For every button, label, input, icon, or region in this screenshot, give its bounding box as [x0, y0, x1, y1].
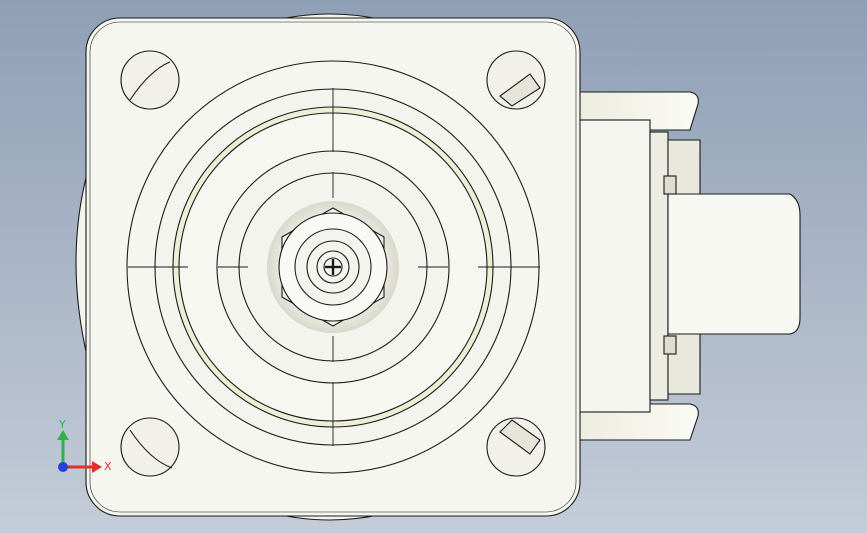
brake-bolt-top — [663, 175, 677, 195]
kingpin-hub — [267, 201, 399, 333]
z-axis-dot — [58, 462, 68, 472]
y-axis-head — [57, 430, 69, 440]
brake-bolt-bottom — [663, 335, 677, 355]
y-axis-label: Y — [58, 418, 66, 431]
cad-viewport[interactable]: X Y — [0, 0, 867, 533]
brake-assembly — [577, 91, 801, 441]
brake-housing-step — [649, 131, 669, 401]
brake-housing — [577, 119, 651, 413]
x-axis-label: X — [104, 460, 112, 473]
caster-top-view-drawing: X Y — [57, 13, 801, 521]
brake-pedal — [667, 193, 801, 335]
hole-top-left — [120, 50, 180, 110]
